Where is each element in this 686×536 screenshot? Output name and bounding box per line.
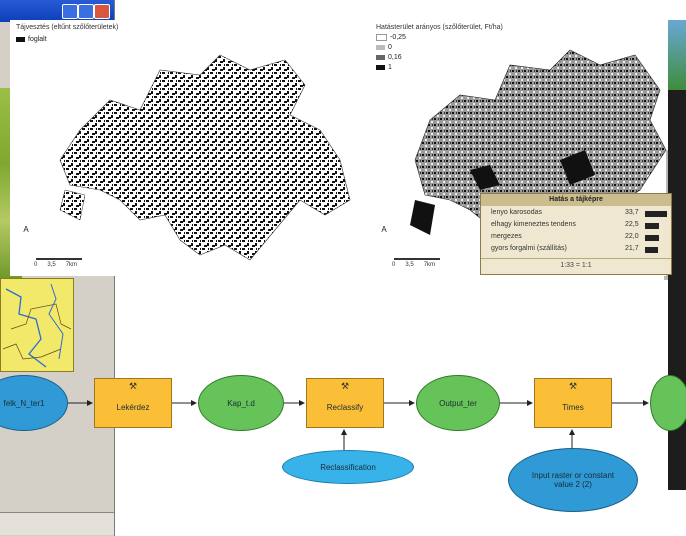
model-diagram: felk_N_ter1 ⚒ Lekérdez Kap_t.d ⚒ Reclass… xyxy=(0,330,686,520)
popup-row-value: 33,7 xyxy=(625,209,639,216)
parameter-node[interactable]: Reclassification xyxy=(282,450,414,484)
scale-label: 0 xyxy=(34,262,38,268)
hammer-icon: ⚒ xyxy=(568,381,578,391)
node-label: Times xyxy=(562,402,584,412)
legend-swatch xyxy=(376,45,385,50)
legend-swatch xyxy=(376,34,387,41)
popup-row: gyors forgalmi (szállítás) 21,7 xyxy=(485,245,669,255)
map-landscape-loss xyxy=(59,54,351,261)
scale-label: 3,5 xyxy=(405,262,414,268)
popup-row-value: 22,0 xyxy=(625,233,639,240)
popup-row-bar xyxy=(645,247,659,253)
popup-title: Hatás a tájképre xyxy=(481,194,671,206)
scale-bar xyxy=(394,258,440,260)
scale-labels: 0 3,5 7km xyxy=(34,262,77,268)
maximize-icon[interactable] xyxy=(78,4,94,19)
north-arrow-icon: A xyxy=(23,225,29,234)
legend-label: -0,25 xyxy=(390,34,406,41)
popup-row: mergezes 22,0 xyxy=(485,233,669,243)
scale-label: 7km xyxy=(65,262,78,268)
legend-label: 0,16 xyxy=(388,54,402,61)
scale-label: 3,5 xyxy=(47,262,56,268)
legend-item: 1 xyxy=(376,64,392,71)
impact-popup: Hatás a tájképre lenyo karosodas 33,7 el… xyxy=(480,193,672,275)
legend-swatch xyxy=(16,37,25,42)
node-label: Input raster or constant value 2 (2) xyxy=(531,471,615,489)
legend-label: foglalt xyxy=(28,36,47,43)
legend-item: 0 xyxy=(376,44,392,51)
close-icon[interactable] xyxy=(94,4,110,19)
output-node[interactable]: Output_ter xyxy=(416,375,500,431)
legend-label: 0 xyxy=(388,44,392,51)
popup-row: lenyo karosodas 33,7 xyxy=(485,209,669,219)
node-label: Kap_t.d xyxy=(227,398,255,408)
node-label: felk_N_ter1 xyxy=(3,398,45,408)
hammer-icon: ⚒ xyxy=(340,381,350,391)
popup-row-bar xyxy=(645,235,659,241)
legend-swatch xyxy=(376,55,385,60)
node-label: Reclassification xyxy=(320,462,376,472)
scale-bar xyxy=(36,258,82,260)
popup-row-label: elhagy kimeneztes tendens xyxy=(491,221,576,228)
popup-row-bar xyxy=(645,223,660,229)
legend-item: -0,25 xyxy=(376,34,406,41)
map-title: Hatásterület arányos (szőlőterület, Ft/h… xyxy=(376,24,503,31)
legend-swatch xyxy=(376,65,385,70)
popup-row-label: mergezes xyxy=(491,233,522,240)
popup-footer: 1:33 = 1:1 xyxy=(481,258,671,273)
legend-label: 1 xyxy=(388,64,392,71)
node-label: Output_ter xyxy=(439,398,477,408)
node-label: Lekérdez xyxy=(116,402,150,412)
output-node[interactable] xyxy=(650,375,686,431)
north-arrow-icon: A xyxy=(381,225,387,234)
popup-row-value: 21,7 xyxy=(625,245,639,252)
tool-node-reclassify[interactable]: ⚒ Reclassify xyxy=(306,378,384,428)
minimize-icon[interactable] xyxy=(62,4,78,19)
node-label: Reclassify xyxy=(326,402,364,412)
tool-node-times[interactable]: ⚒ Times xyxy=(534,378,612,428)
map-title: Tájvesztés (eltűnt szőlőterületek) xyxy=(16,24,119,31)
popup-row-value: 22,5 xyxy=(625,221,639,228)
hammer-icon: ⚒ xyxy=(128,381,138,391)
popup-row: elhagy kimeneztes tendens 22,5 xyxy=(485,221,669,231)
popup-row-label: lenyo karosodas xyxy=(491,209,542,216)
popup-row-bar xyxy=(645,211,667,217)
tool-node-lekerdez[interactable]: ⚒ Lekérdez xyxy=(94,378,172,428)
scale-labels: 0 3,5 7km xyxy=(392,262,435,268)
output-node[interactable]: Kap_t.d xyxy=(198,375,284,431)
map-panel-landscape-loss: Tájvesztés (eltűnt szőlőterületek) fogla… xyxy=(10,20,365,276)
scale-label: 0 xyxy=(392,262,396,268)
scale-label: 7km xyxy=(423,262,436,268)
background-map-right-thumbnail xyxy=(668,20,686,90)
input-node[interactable]: Input raster or constant value 2 (2) xyxy=(508,448,638,512)
legend-item: foglalt xyxy=(16,36,47,43)
legend-item: 0,16 xyxy=(376,54,402,61)
window-titlebar xyxy=(0,0,114,22)
popup-row-label: gyors forgalmi (szállítás) xyxy=(491,245,567,252)
